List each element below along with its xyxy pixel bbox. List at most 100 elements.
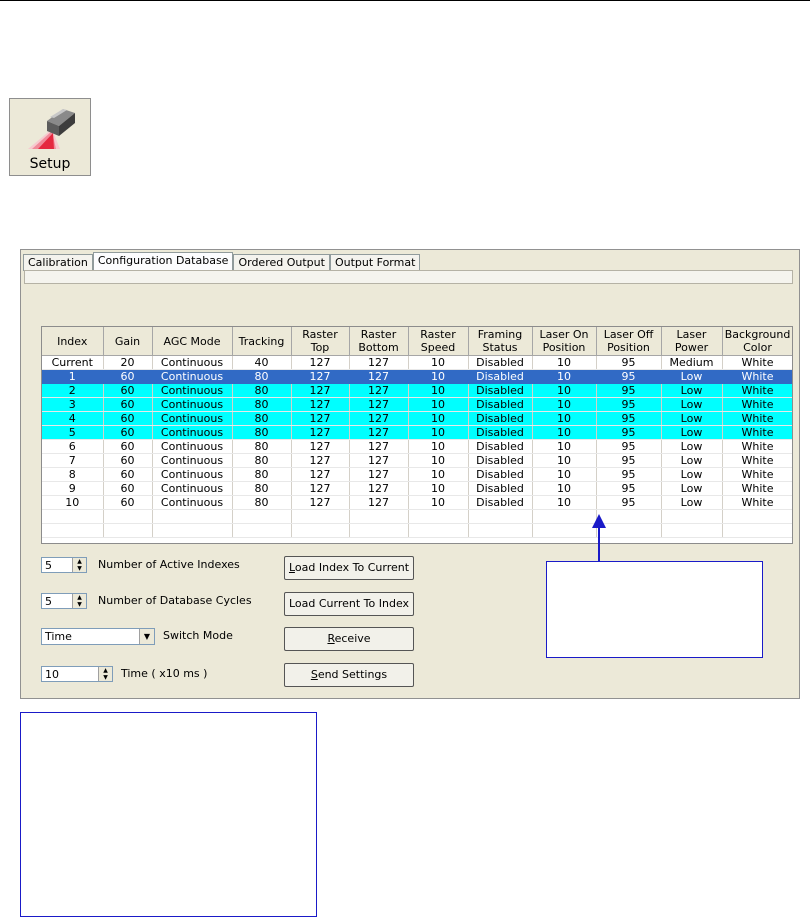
table-cell[interactable]: 127 xyxy=(349,425,409,440)
table-cell[interactable]: Disabled xyxy=(468,453,533,468)
table-cell[interactable]: Low xyxy=(661,481,723,496)
table-cell[interactable]: 10 xyxy=(532,425,597,440)
table-cell[interactable]: Continuous xyxy=(152,425,233,440)
table-cell[interactable]: 127 xyxy=(291,397,350,412)
table-cell[interactable]: 3 xyxy=(42,397,104,412)
tab-scrollbar[interactable] xyxy=(24,270,793,284)
table-row[interactable]: 2 60 Continuous 80 127 127 10 Disabled 10 95 Low Wh… xyxy=(42,383,792,398)
table-cell[interactable]: Low xyxy=(661,467,723,482)
table-cell[interactable]: White xyxy=(722,397,792,412)
table-cell[interactable]: 5 xyxy=(42,425,104,440)
table-cell[interactable]: 127 xyxy=(349,481,409,496)
spin-up-icon[interactable]: ▲ xyxy=(99,667,112,674)
table-cell[interactable] xyxy=(408,509,469,524)
table-cell[interactable] xyxy=(152,523,233,538)
table-cell[interactable] xyxy=(291,523,350,538)
table-row[interactable]: 4 60 Continuous 80 127 127 10 Disabled 10 95 Low Wh… xyxy=(42,411,792,426)
table-cell[interactable]: 127 xyxy=(291,453,350,468)
table-row[interactable]: 1 60 Continuous 80 127 127 10 Disabled 10 95 Low Wh… xyxy=(42,369,792,384)
table-cell[interactable]: Continuous xyxy=(152,411,233,426)
table-cell[interactable]: 10 xyxy=(408,355,469,370)
spinner-arrows[interactable]: ▲ ▼ xyxy=(98,667,112,681)
table-cell[interactable]: 127 xyxy=(349,355,409,370)
column-header[interactable]: Laser On Position xyxy=(532,327,597,356)
tab-configuration-database[interactable]: Configuration Database xyxy=(92,252,234,271)
table-cell[interactable] xyxy=(152,509,233,524)
table-cell[interactable]: 10 xyxy=(532,411,597,426)
table-cell[interactable]: White xyxy=(722,467,792,482)
table-cell[interactable]: White xyxy=(722,425,792,440)
table-cell[interactable]: Disabled xyxy=(468,481,533,496)
table-cell[interactable]: Current xyxy=(42,355,104,370)
table-cell[interactable]: Disabled xyxy=(468,439,533,454)
tab-ordered-output[interactable]: Ordered Output xyxy=(233,254,330,271)
table-cell[interactable]: 60 xyxy=(103,383,153,398)
table-cell[interactable]: 127 xyxy=(291,411,350,426)
table-cell[interactable]: 60 xyxy=(103,467,153,482)
spin-down-icon[interactable]: ▼ xyxy=(99,674,112,681)
table-row[interactable]: Current 20 Continuous 40 127 127 10 Disabled 10 9… xyxy=(42,355,792,370)
table-cell[interactable]: 60 xyxy=(103,439,153,454)
column-header[interactable]: Raster Speed xyxy=(408,327,469,356)
table-cell[interactable] xyxy=(349,523,409,538)
table-cell[interactable]: Continuous xyxy=(152,495,233,510)
table-cell[interactable]: 4 xyxy=(42,411,104,426)
table-cell[interactable]: 127 xyxy=(291,467,350,482)
table-row[interactable]: 8 60 Continuous 80 127 127 10 Disabled 10 95 Low Wh… xyxy=(42,467,792,482)
table-cell[interactable]: Low xyxy=(661,453,723,468)
table-cell[interactable] xyxy=(468,523,533,538)
table-cell[interactable]: 80 xyxy=(232,439,292,454)
table-row[interactable]: 9 60 Continuous 80 127 127 10 Disabled 10 95 Low Wh… xyxy=(42,481,792,496)
setup-button[interactable]: Setup xyxy=(9,98,91,176)
table-cell[interactable] xyxy=(661,523,723,538)
table-cell[interactable]: 10 xyxy=(532,383,597,398)
table-cell[interactable]: White xyxy=(722,453,792,468)
table-row[interactable]: 5 60 Continuous 80 127 127 10 Disabled 10 95 Low Wh… xyxy=(42,425,792,440)
table-cell[interactable]: 10 xyxy=(408,383,469,398)
table-cell[interactable]: Disabled xyxy=(468,355,533,370)
active-indexes-spinner[interactable]: 5 ▲ ▼ xyxy=(41,557,87,573)
table-cell[interactable]: 60 xyxy=(103,369,153,384)
table-cell[interactable]: 127 xyxy=(291,383,350,398)
table-cell[interactable]: 95 xyxy=(596,425,662,440)
table-cell[interactable] xyxy=(232,523,292,538)
table-cell[interactable]: 7 xyxy=(42,453,104,468)
table-cell[interactable]: 80 xyxy=(232,481,292,496)
table-cell[interactable] xyxy=(42,509,104,524)
send-settings-button[interactable]: Send Settings xyxy=(284,663,414,687)
tab-calibration[interactable]: Calibration xyxy=(23,254,93,271)
table-cell[interactable]: Disabled xyxy=(468,425,533,440)
table-cell[interactable]: 10 xyxy=(408,397,469,412)
table-cell[interactable]: Low xyxy=(661,439,723,454)
table-cell[interactable] xyxy=(103,509,153,524)
table-cell[interactable]: Disabled xyxy=(468,397,533,412)
table-cell[interactable] xyxy=(532,523,597,538)
column-header[interactable]: Tracking xyxy=(232,327,292,356)
table-cell[interactable]: 80 xyxy=(232,411,292,426)
table-cell[interactable]: White xyxy=(722,355,792,370)
table-cell[interactable]: 80 xyxy=(232,425,292,440)
table-cell[interactable]: 127 xyxy=(349,495,409,510)
table-cell[interactable] xyxy=(232,509,292,524)
table-cell[interactable]: 95 xyxy=(596,453,662,468)
table-row[interactable]: 3 60 Continuous 80 127 127 10 Disabled 10 95 Low Wh… xyxy=(42,397,792,412)
table-cell[interactable] xyxy=(722,509,792,524)
table-cell[interactable]: 10 xyxy=(532,369,597,384)
table-cell[interactable]: White xyxy=(722,411,792,426)
table-cell[interactable]: 80 xyxy=(232,467,292,482)
table-cell[interactable]: Disabled xyxy=(468,495,533,510)
table-cell[interactable]: Medium xyxy=(661,355,723,370)
database-grid[interactable]: Index Gain AGC Mode Tracking Raster Top Raster… xyxy=(41,326,793,544)
table-cell[interactable] xyxy=(291,509,350,524)
table-row[interactable] xyxy=(42,523,792,538)
table-cell[interactable]: Low xyxy=(661,369,723,384)
table-cell[interactable]: 9 xyxy=(42,481,104,496)
table-row[interactable] xyxy=(42,509,792,524)
table-cell[interactable]: 95 xyxy=(596,355,662,370)
table-cell[interactable]: 60 xyxy=(103,425,153,440)
table-cell[interactable]: 60 xyxy=(103,397,153,412)
table-cell[interactable]: White xyxy=(722,383,792,398)
column-header[interactable]: Background Color xyxy=(722,327,792,356)
table-cell[interactable]: Continuous xyxy=(152,369,233,384)
table-cell[interactable]: 80 xyxy=(232,495,292,510)
